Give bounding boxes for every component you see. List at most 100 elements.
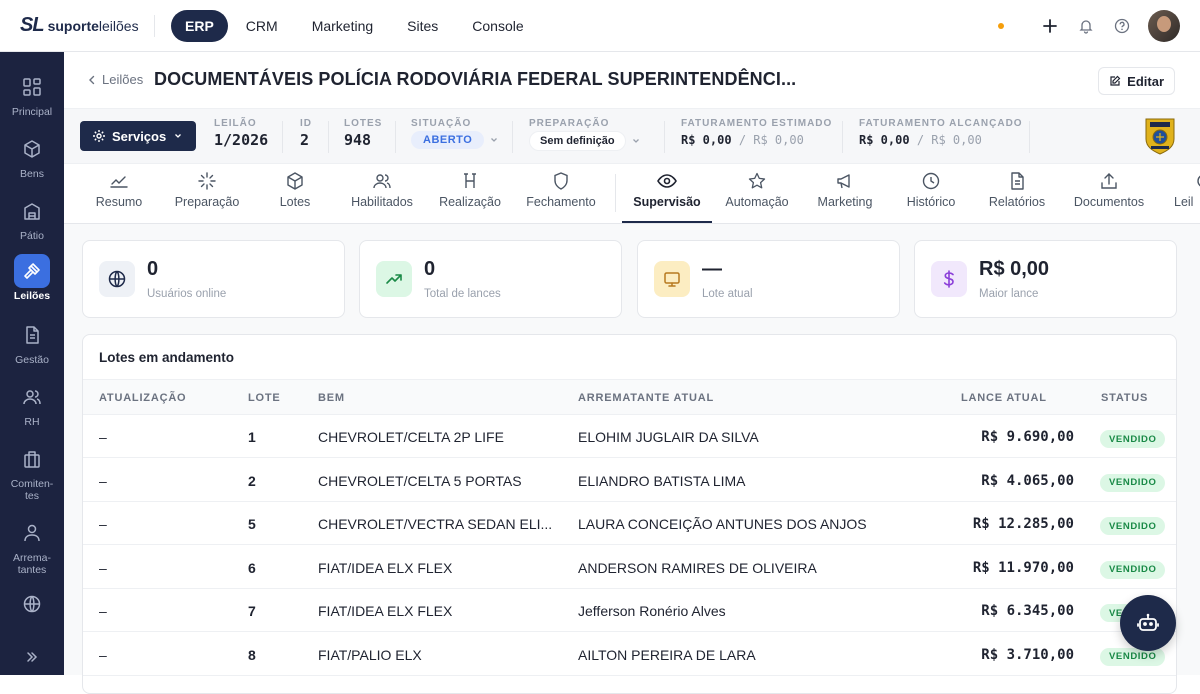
table-row[interactable]: – 7 FIAT/IDEA ELX FLEX Jefferson Ronério Al… xyxy=(83,589,1176,632)
field-label: ID xyxy=(300,118,312,129)
cell-item: CHEVROLET/CELTA 2P LIFE xyxy=(318,429,504,445)
document-icon xyxy=(14,318,50,352)
top-nav-crm[interactable]: CRM xyxy=(230,10,294,42)
plus-icon[interactable] xyxy=(1040,16,1060,36)
table-row[interactable]: – 5 CHEVROLET/VECTRA SEDAN ELI... LAURA CON… xyxy=(83,502,1176,545)
divider xyxy=(615,174,616,212)
tab-label: Habilitados xyxy=(351,195,413,209)
logo[interactable]: SL suporteleilões xyxy=(20,14,139,38)
column-header[interactable]: LANCE ATUAL xyxy=(961,392,1047,404)
sidebar-item-arrematantes[interactable]: Arrema- tantes xyxy=(0,516,64,576)
field-value: R$ 0,00 xyxy=(859,133,910,147)
sidebar-item-patio[interactable]: Pátio xyxy=(0,194,64,242)
chevron-down-icon[interactable] xyxy=(632,137,640,145)
stat-card-total-bids: 0 Total de lances xyxy=(359,240,622,318)
table-row[interactable]: – 6 FIAT/IDEA ELX FLEX ANDERSON RAMIRES DE … xyxy=(83,546,1176,589)
services-button[interactable]: Serviços xyxy=(80,121,196,151)
tab-fechamento[interactable]: Fechamento xyxy=(520,164,602,223)
tab-resumo[interactable]: Resumo xyxy=(84,164,154,223)
robot-icon xyxy=(1137,613,1159,631)
tab-automacao[interactable]: Automação xyxy=(719,164,795,223)
edit-button[interactable]: Editar xyxy=(1098,67,1175,95)
column-header[interactable]: ARREMATANTE ATUAL xyxy=(578,392,714,404)
shield-icon xyxy=(554,172,568,190)
column-header[interactable]: LOTE xyxy=(248,392,281,404)
sidebar-item-leiloes[interactable]: Leilões xyxy=(0,254,64,302)
tab-lotes[interactable]: Lotes xyxy=(265,164,325,223)
help-icon[interactable] xyxy=(1112,16,1132,36)
eye-icon xyxy=(657,174,677,188)
stat-value: 0 xyxy=(424,258,436,280)
tab-label: Relatórios xyxy=(988,195,1046,209)
cell-updated: – xyxy=(99,646,107,663)
sidebar-item-sites[interactable] xyxy=(0,587,64,621)
table-row[interactable]: – 1 CHEVROLET/CELTA 2P LIFE ELOHIM JUGLAIR … xyxy=(83,415,1176,458)
table-row[interactable]: – 8 FIAT/PALIO ELX AILTON PEREIRA DE LARA R$… xyxy=(83,633,1176,676)
panel-title: Lotes em andamento xyxy=(99,350,235,365)
divider xyxy=(512,121,513,153)
top-nav-console[interactable]: Console xyxy=(456,10,539,42)
tab-marketing[interactable]: Marketing xyxy=(809,164,881,223)
cell-current-bid: R$ 9.690,00 xyxy=(981,429,1074,445)
chevron-down-icon xyxy=(175,134,182,138)
top-nav-erp[interactable]: ERP xyxy=(171,9,228,42)
tab-label: Histórico xyxy=(906,195,956,209)
divider xyxy=(842,121,843,153)
sidebar-item-label: RH xyxy=(24,416,40,428)
tab-label: Documentos xyxy=(1073,195,1145,209)
tab-preparacao[interactable]: Preparação xyxy=(167,164,247,223)
sidebar-item-gestao[interactable]: Gestão xyxy=(0,318,64,366)
bell-icon[interactable] xyxy=(1076,16,1096,36)
tab-supervisao[interactable]: Supervisão xyxy=(622,164,712,223)
field-value: 948 xyxy=(344,131,372,149)
tab-habilitados[interactable]: Habilitados xyxy=(342,164,422,223)
preparation-select[interactable]: Sem definição xyxy=(529,131,626,151)
globe-icon xyxy=(14,587,50,621)
cell-item: FIAT/PALIO ELX xyxy=(318,646,422,663)
page-title: DOCUMENTÁVEIS POLÍCIA RODOVIÁRIA FEDERAL… xyxy=(154,69,797,89)
edit-label: Editar xyxy=(1127,73,1164,89)
sidebar-item-comitentes[interactable]: Comiten- tes xyxy=(0,442,64,502)
tab-leiloeiro[interactable]: Leil xyxy=(1164,164,1200,223)
cell-lot: 7 xyxy=(248,603,256,619)
column-header[interactable]: ATUALIZAÇÃO xyxy=(99,392,186,404)
status-badge: VENDIDO xyxy=(1100,430,1166,448)
tab-historico[interactable]: Histórico xyxy=(897,164,965,223)
tab-realizacao[interactable]: Realização xyxy=(434,164,506,223)
column-header[interactable]: BEM xyxy=(318,392,345,404)
dollar-icon xyxy=(931,261,967,297)
logo-name-bold: suporte xyxy=(47,17,99,34)
table-row[interactable]: – 2 CHEVROLET/CELTA 5 PORTAS ELIANDRO BATIS… xyxy=(83,459,1176,502)
cell-lot: 5 xyxy=(248,516,256,532)
assistant-bot-button[interactable] xyxy=(1120,595,1176,651)
sidebar-expand[interactable] xyxy=(0,640,64,674)
back-link[interactable]: Leilões xyxy=(86,72,143,87)
tab-label: Fechamento xyxy=(526,195,596,209)
field-value-total: / R$ 0,00 xyxy=(916,133,982,147)
avatar[interactable] xyxy=(1148,10,1180,42)
tab-documentos[interactable]: Documentos xyxy=(1066,164,1152,223)
column-header[interactable]: STATUS xyxy=(1101,392,1148,404)
sidebar-item-bens[interactable]: Bens xyxy=(0,132,64,180)
sidebar-item-label: Bens xyxy=(20,168,44,180)
tab-relatorios[interactable]: Relatórios xyxy=(980,164,1054,223)
stat-value: R$ 0,00 xyxy=(979,258,1050,280)
cell-item: CHEVROLET/VECTRA SEDAN ELI... xyxy=(318,516,553,532)
building-icon xyxy=(14,442,50,476)
field-label: LOTES xyxy=(344,118,383,129)
cell-updated: – xyxy=(99,559,107,576)
sidebar-item-principal[interactable]: Principal xyxy=(0,70,64,118)
tab-label: Realização xyxy=(439,195,501,209)
top-nav-marketing[interactable]: Marketing xyxy=(296,10,389,42)
auction-info-bar: Serviços LEILÃO 1/2026 ID 2 LOTES 948 SI… xyxy=(64,108,1200,164)
globe-icon xyxy=(99,261,135,297)
cell-lot: 1 xyxy=(248,429,256,445)
chevron-down-icon[interactable] xyxy=(490,136,498,144)
users-icon xyxy=(14,380,50,414)
status-badge[interactable]: ABERTO xyxy=(411,131,485,149)
top-nav-sites[interactable]: Sites xyxy=(391,10,454,42)
logo-mark: SL xyxy=(20,14,45,36)
stat-card-highest-bid: R$ 0,00 Maior lance xyxy=(914,240,1177,318)
field-situacao: SITUAÇÃO ABERTO xyxy=(411,118,498,149)
sidebar-item-rh[interactable]: RH xyxy=(0,380,64,428)
